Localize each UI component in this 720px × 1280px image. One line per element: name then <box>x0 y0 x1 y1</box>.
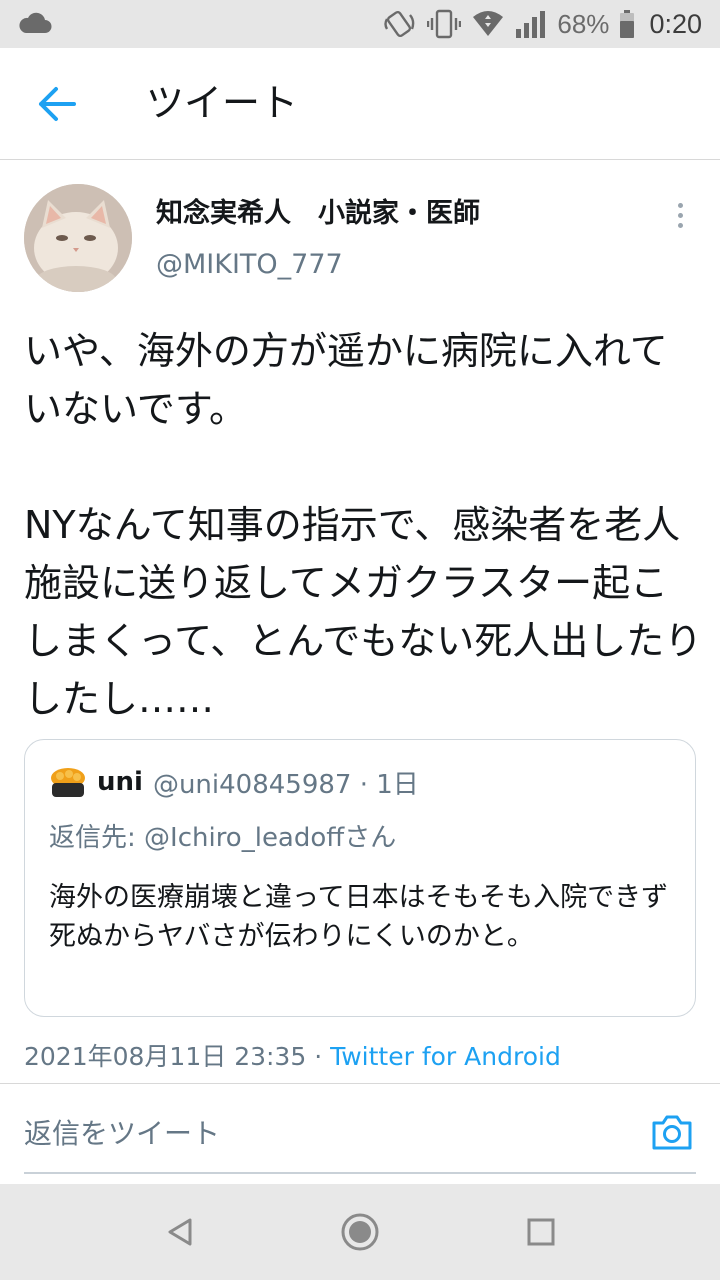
home-circle-icon[interactable] <box>340 1212 380 1252</box>
cat-avatar-image <box>24 184 132 292</box>
clock: 0:20 <box>649 8 702 39</box>
arrow-left-icon[interactable] <box>36 86 76 122</box>
battery-icon <box>620 10 635 38</box>
meta-separator: · <box>306 1042 331 1071</box>
system-nav-bar <box>0 1184 720 1280</box>
tweet-meta: 2021年08月11日 23:35 · Twitter for Android <box>24 1038 561 1076</box>
camera-icon[interactable] <box>650 1110 694 1154</box>
battery-percent: 68% <box>557 8 610 39</box>
sushi-avatar-icon <box>51 768 85 797</box>
recents-square-icon[interactable] <box>520 1212 560 1252</box>
author-handle[interactable]: @MIKITO_777 <box>156 247 343 283</box>
quoted-tweet[interactable]: uni @uni40845987 · 1日 返信先: @Ichiro_leado… <box>24 739 696 1017</box>
quoted-author-name: uni <box>97 767 143 797</box>
vibrate-icon <box>427 9 462 39</box>
status-icons: 68% 0:20 <box>383 6 702 42</box>
reply-input[interactable]: 返信をツイート <box>24 1114 220 1154</box>
tweet-paragraph: NYなんて知事の指示で、感染者を老人施設に送り返してメガクラスター起こしまくって… <box>24 503 703 721</box>
tweet-text: いや、海外の方が遥かに病院に入れていないです。 NYなんて知事の指示で、感染者を… <box>24 322 704 728</box>
tweet-source-link[interactable]: Twitter for Android <box>330 1042 561 1071</box>
status-bar: 68% 0:20 <box>0 0 720 48</box>
app-bar: ツイート <box>0 48 720 160</box>
signal-icon <box>516 11 546 38</box>
cloud-icon <box>19 12 52 33</box>
wifi-icon <box>473 11 504 36</box>
nfc-icon <box>384 10 415 38</box>
more-options-icon[interactable] <box>668 200 692 232</box>
tweet-paragraph: いや、海外の方が遥かに病院に入れていないです。 <box>24 329 668 431</box>
avatar[interactable] <box>24 184 132 292</box>
quoted-tweet-text: 海外の医療崩壊と違って日本はそもそも入院できず死ぬからヤバさが伝わりにくいのかと… <box>49 882 669 952</box>
page-title: ツイート <box>146 81 299 125</box>
reply-bar: 返信をツイート <box>0 1083 720 1183</box>
back-triangle-icon[interactable] <box>160 1212 200 1252</box>
quoted-author-handle: @uni40845987 · 1日 <box>152 769 419 800</box>
tweet-timestamp: 2021年08月11日 23:35 <box>24 1042 307 1071</box>
quoted-tweet-header: uni @uni40845987 · 1日 <box>49 764 419 800</box>
reply-underline <box>24 1172 696 1174</box>
quoted-reply-to: 返信先: @Ichiro_leadoffさん <box>49 823 397 853</box>
author-name[interactable]: 知念実希人 小説家・医師 <box>156 196 480 232</box>
